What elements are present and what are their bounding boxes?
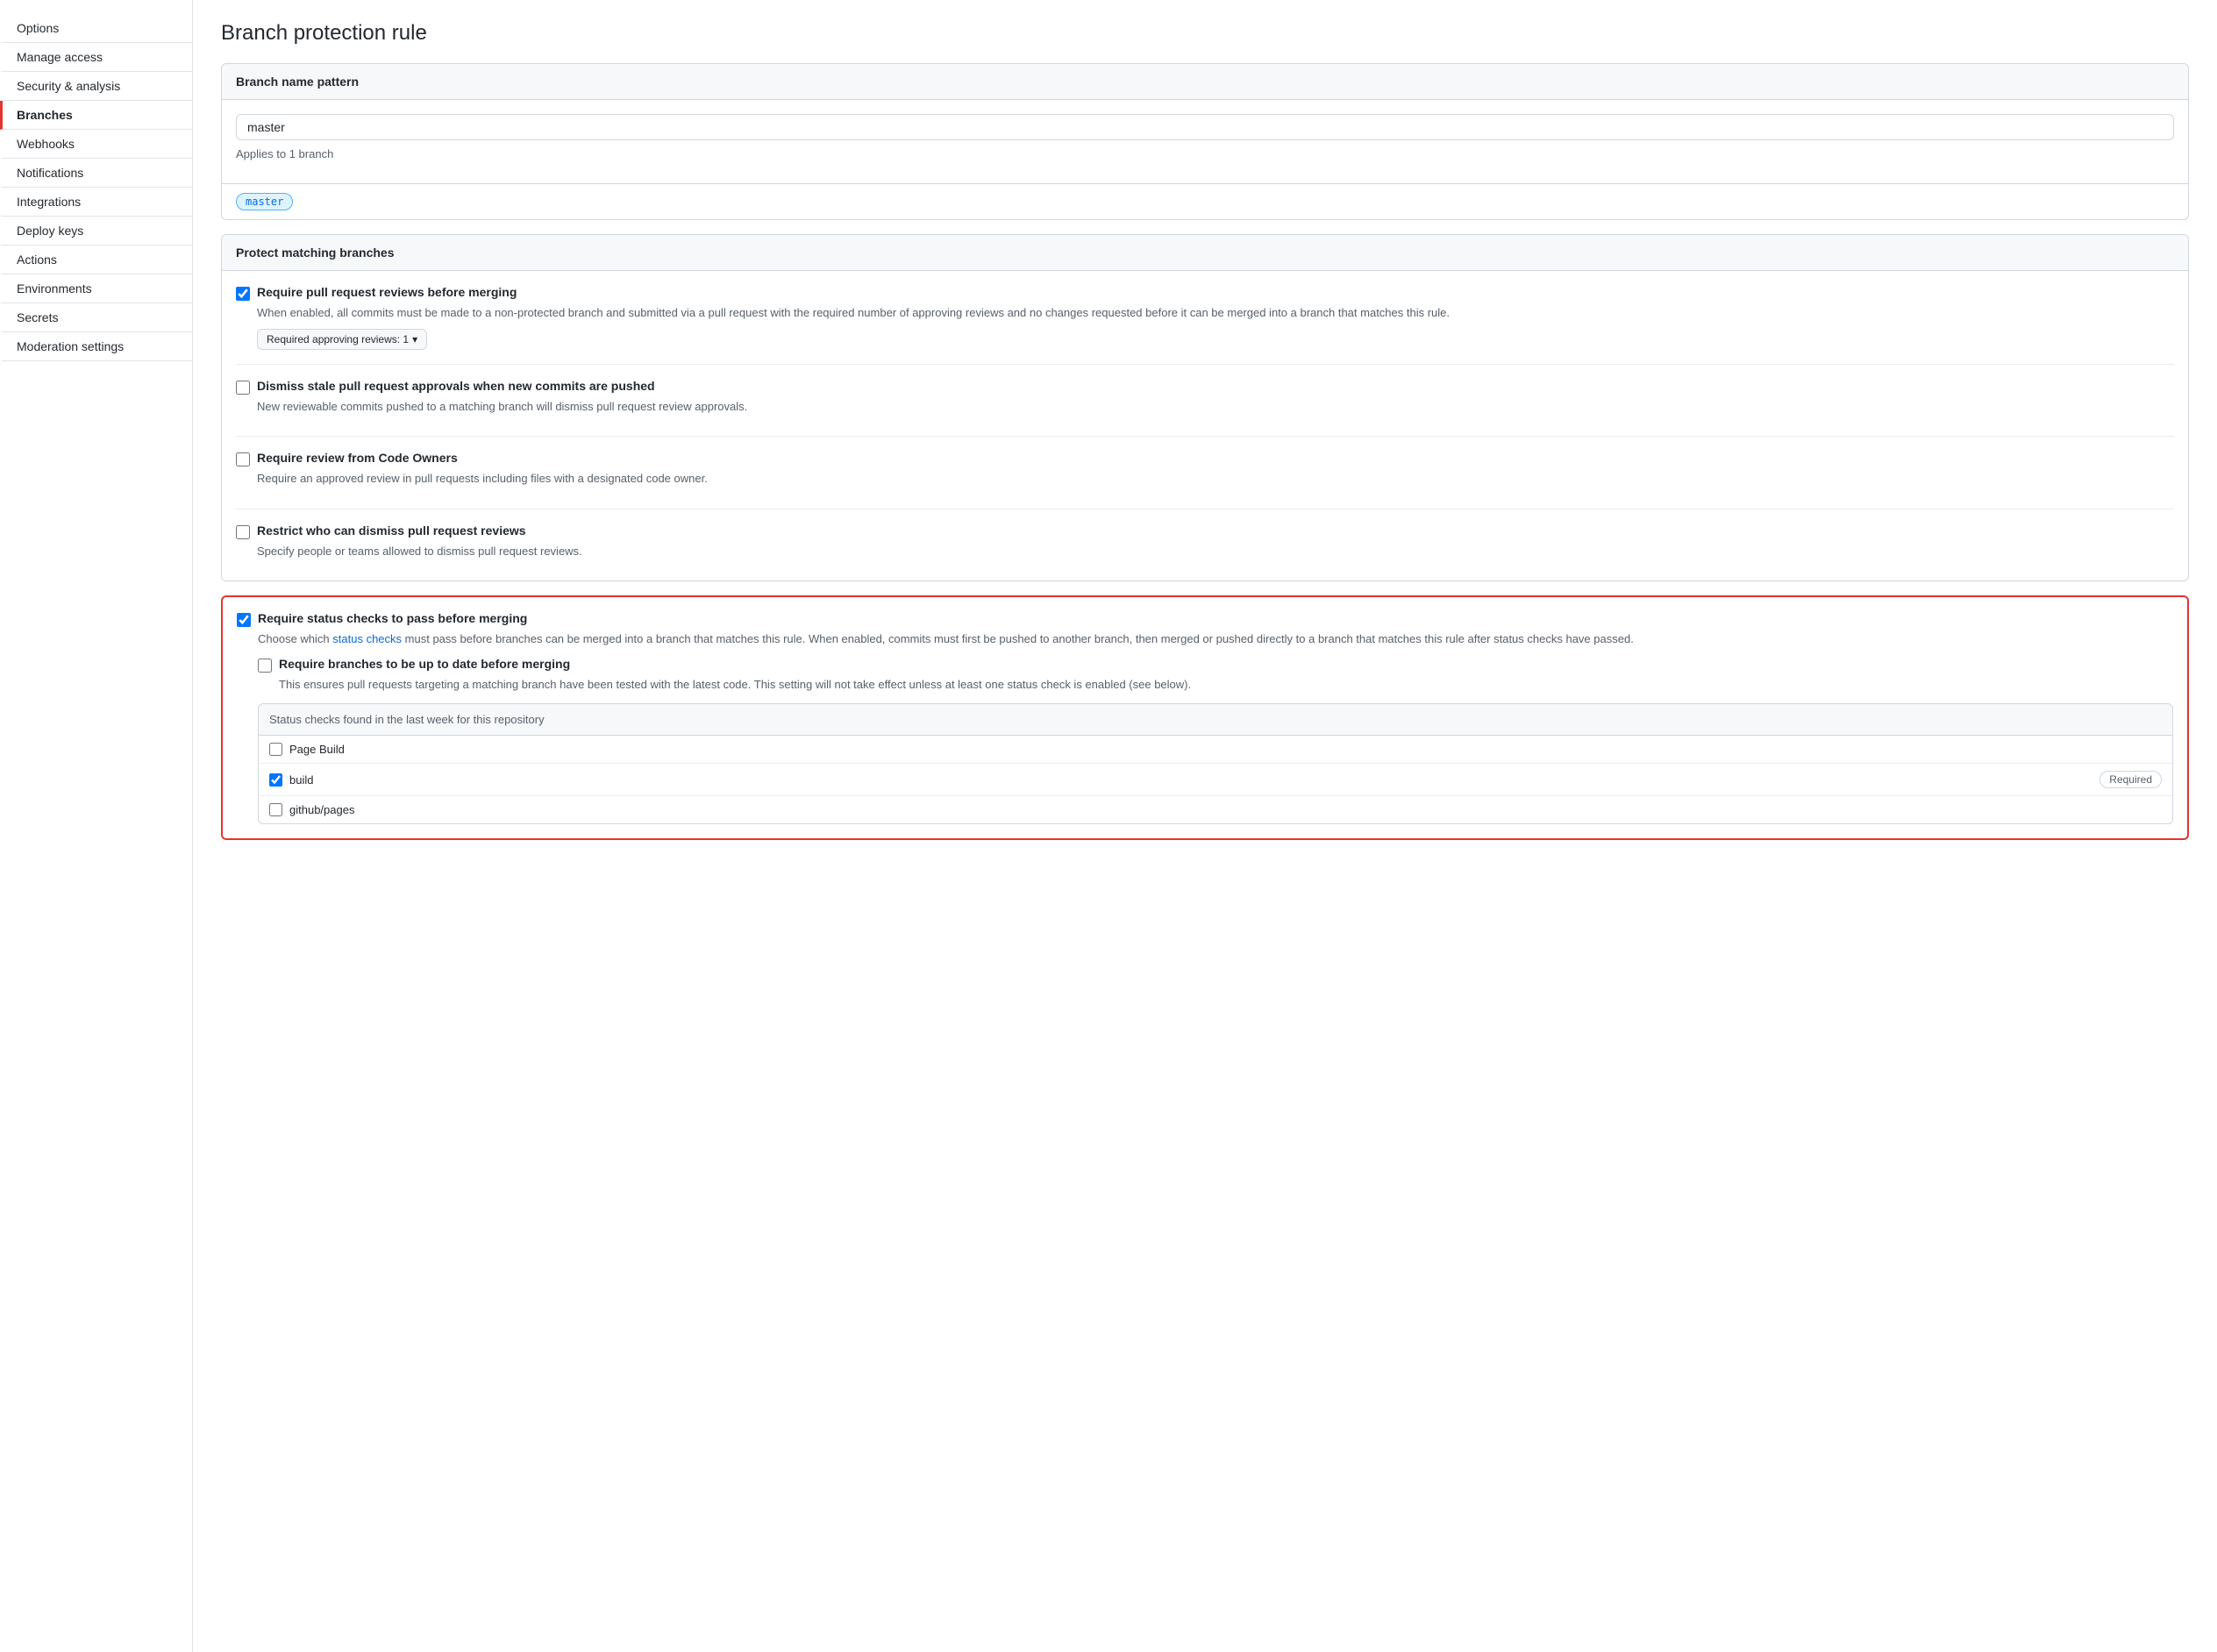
checkbox-dismiss-stale[interactable] [236,381,250,395]
protect-section-body: Require pull request reviews before merg… [222,271,2188,580]
option-label-restrict-dismiss-reviews: Restrict who can dismiss pull request re… [257,523,526,538]
status-check-label-build: build [289,773,313,787]
option-row-dismiss-stale: Dismiss stale pull request approvals whe… [236,379,2174,438]
sidebar-item-integrations[interactable]: Integrations [0,188,192,217]
branch-name-header: Branch name pattern [222,64,2188,100]
sub-option-up-to-date: Require branches to be up to date before… [258,657,2173,694]
status-check-left-build: build [269,773,313,787]
option-header-dismiss-stale: Dismiss stale pull request approvals whe… [236,379,2174,395]
chevron-down-icon: ▾ [412,333,417,345]
option-row-require-pr-reviews: Require pull request reviews before merg… [236,285,2174,365]
sub-option-desc: This ensures pull requests targeting a m… [279,676,2173,694]
option-row-require-code-owner-review: Require review from Code Owners Require a… [236,451,2174,509]
page-title: Branch protection rule [221,21,2189,46]
branch-name-input[interactable] [236,114,2174,140]
option-header-require-pr-reviews: Require pull request reviews before merg… [236,285,2174,301]
status-checks-main-desc: Choose which status checks must pass bef… [258,630,2173,648]
sidebar-item-secrets[interactable]: Secrets [0,303,192,332]
option-desc-require-code-owner-review: Require an approved review in pull reque… [257,470,2174,488]
sidebar-item-deploy-keys[interactable]: Deploy keys [0,217,192,246]
status-check-left-github-pages: github/pages [269,803,354,816]
option-desc-dismiss-stale: New reviewable commits pushed to a match… [257,398,2174,416]
option-desc-require-pr-reviews: When enabled, all commits must be made t… [257,304,2174,322]
status-checks-box: Status checks found in the last week for… [258,703,2173,824]
sidebar-item-notifications[interactable]: Notifications [0,159,192,188]
required-badge-build: Required [2099,771,2162,788]
branch-name-section: Branch name pattern Applies to 1 branch … [221,63,2189,220]
status-check-row-github-pages: github/pages [259,796,2172,823]
checkbox-status-check-build[interactable] [269,773,282,787]
checkbox-require-branches-up-to-date[interactable] [258,659,272,673]
branch-tag: master [236,193,293,210]
checkbox-require-code-owner-review[interactable] [236,452,250,466]
status-checks-section: Require status checks to pass before mer… [221,595,2189,840]
applies-text: Applies to 1 branch [236,147,2174,160]
sidebar: OptionsManage accessSecurity & analysisB… [0,0,193,1652]
sidebar-item-environments[interactable]: Environments [0,274,192,303]
protect-section-header: Protect matching branches [222,235,2188,271]
status-check-left-page-build: Page Build [269,743,345,756]
branch-tag-row: master [222,183,2188,219]
sidebar-item-options[interactable]: Options [0,14,192,43]
option-label-dismiss-stale: Dismiss stale pull request approvals whe… [257,379,655,393]
status-checks-main-option: Require status checks to pass before mer… [237,611,2173,648]
sub-option-label: Require branches to be up to date before… [279,657,570,671]
checkbox-require-pr-reviews[interactable] [236,287,250,301]
sidebar-item-actions[interactable]: Actions [0,246,192,274]
sidebar-item-branches[interactable]: Branches [0,101,192,130]
checkbox-restrict-dismiss-reviews[interactable] [236,525,250,539]
status-check-row-page-build: Page Build [259,736,2172,764]
option-header-require-code-owner-review: Require review from Code Owners [236,451,2174,466]
option-desc-restrict-dismiss-reviews: Specify people or teams allowed to dismi… [257,543,2174,560]
status-checks-link[interactable]: status checks [332,632,402,645]
option-label-require-pr-reviews: Require pull request reviews before merg… [257,285,517,299]
status-checks-box-header: Status checks found in the last week for… [259,704,2172,736]
sidebar-item-webhooks[interactable]: Webhooks [0,130,192,159]
option-header-restrict-dismiss-reviews: Restrict who can dismiss pull request re… [236,523,2174,539]
checkbox-status-check-github-pages[interactable] [269,803,282,816]
main-content: Branch protection rule Branch name patte… [193,0,2217,1652]
status-check-row-build: build Required [259,764,2172,796]
status-check-label-page-build: Page Build [289,743,345,756]
protect-section: Protect matching branches Require pull r… [221,234,2189,581]
checkbox-require-status-checks[interactable] [237,613,251,627]
sub-option-header: Require branches to be up to date before… [258,657,2173,673]
status-checks-header-row: Require status checks to pass before mer… [237,611,2173,627]
status-checks-main-label: Require status checks to pass before mer… [258,611,527,625]
branch-name-body: Applies to 1 branch [222,100,2188,183]
sidebar-item-security-analysis[interactable]: Security & analysis [0,72,192,101]
status-check-label-github-pages: github/pages [289,803,354,816]
option-label-require-code-owner-review: Require review from Code Owners [257,451,458,465]
sidebar-item-moderation-settings[interactable]: Moderation settings [0,332,192,361]
sidebar-item-manage-access[interactable]: Manage access [0,43,192,72]
option-row-restrict-dismiss-reviews: Restrict who can dismiss pull request re… [236,523,2174,560]
dropdown-approving-reviews[interactable]: Required approving reviews: 1 ▾ [257,329,427,350]
checkbox-status-check-page-build[interactable] [269,743,282,756]
